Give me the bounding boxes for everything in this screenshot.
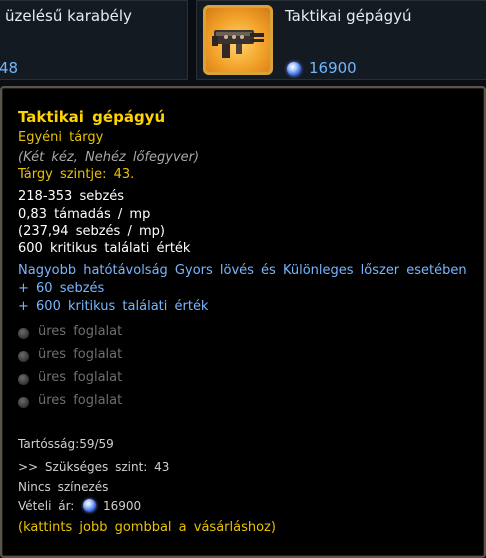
item-type: (Két kéz, Nehéz lőfegyver): [18, 150, 200, 165]
stat-attack-speed: 0,83 támadás / mp: [18, 207, 151, 222]
item-tooltip: Taktikai gépágyú Egyéni tárgy (Két kéz, …: [0, 86, 486, 558]
currency-gem-icon: [287, 62, 301, 76]
required-level: >> Szükséges szint: 43: [18, 460, 170, 474]
socket-label: üres foglalat: [38, 347, 123, 362]
shop-row: üzelésű karabély 48 Taktikai gépágyú 169…: [0, 0, 486, 86]
stat-damage: 218-353 sebzés: [18, 189, 125, 204]
socket-label: üres foglalat: [38, 393, 123, 408]
shop-item-price: 48: [0, 59, 19, 77]
shop-item-price: 16900: [309, 59, 357, 77]
shop-item-name: üzelésű karabély: [5, 7, 132, 25]
item-rarity: Egyéni tárgy: [18, 130, 104, 145]
empty-socket-icon: [18, 351, 29, 362]
buy-price-label: Vételi ár:: [18, 499, 75, 513]
currency-gem-icon: [83, 499, 97, 512]
purchase-hint: (kattints jobb gombbal a vásárláshoz): [18, 520, 276, 535]
item-title: Taktikai gépágyú: [18, 108, 166, 126]
bonus-damage: + 60 sebzés: [18, 281, 105, 296]
bonus-crit: + 600 kritikus találati érték: [18, 299, 209, 314]
dye-status: Nincs színezés: [18, 480, 109, 494]
shop-item-right[interactable]: Taktikai gépágyú 16900: [196, 0, 486, 80]
machine-gun-icon[interactable]: [203, 5, 273, 75]
empty-socket-icon: [18, 397, 29, 408]
durability: Tartósság:59/59: [18, 437, 114, 451]
empty-socket-icon: [18, 328, 29, 339]
stat-dps: (237,94 sebzés / mp): [18, 224, 165, 239]
socket-label: üres foglalat: [38, 370, 123, 385]
shop-item-name: Taktikai gépágyú: [285, 7, 412, 25]
socket-label: üres foglalat: [38, 324, 123, 339]
shop-item-left[interactable]: üzelésű karabély 48: [0, 0, 188, 80]
bonus-range: Nagyobb hatótávolság Gyors lövés és Külö…: [18, 263, 467, 278]
item-level: Tárgy szintje: 43.: [18, 167, 135, 182]
buy-price-row: Vételi ár: 16900: [18, 499, 141, 513]
stat-crit: 600 kritikus találati érték: [18, 241, 191, 256]
empty-socket-icon: [18, 374, 29, 385]
buy-price-value: 16900: [103, 499, 142, 513]
